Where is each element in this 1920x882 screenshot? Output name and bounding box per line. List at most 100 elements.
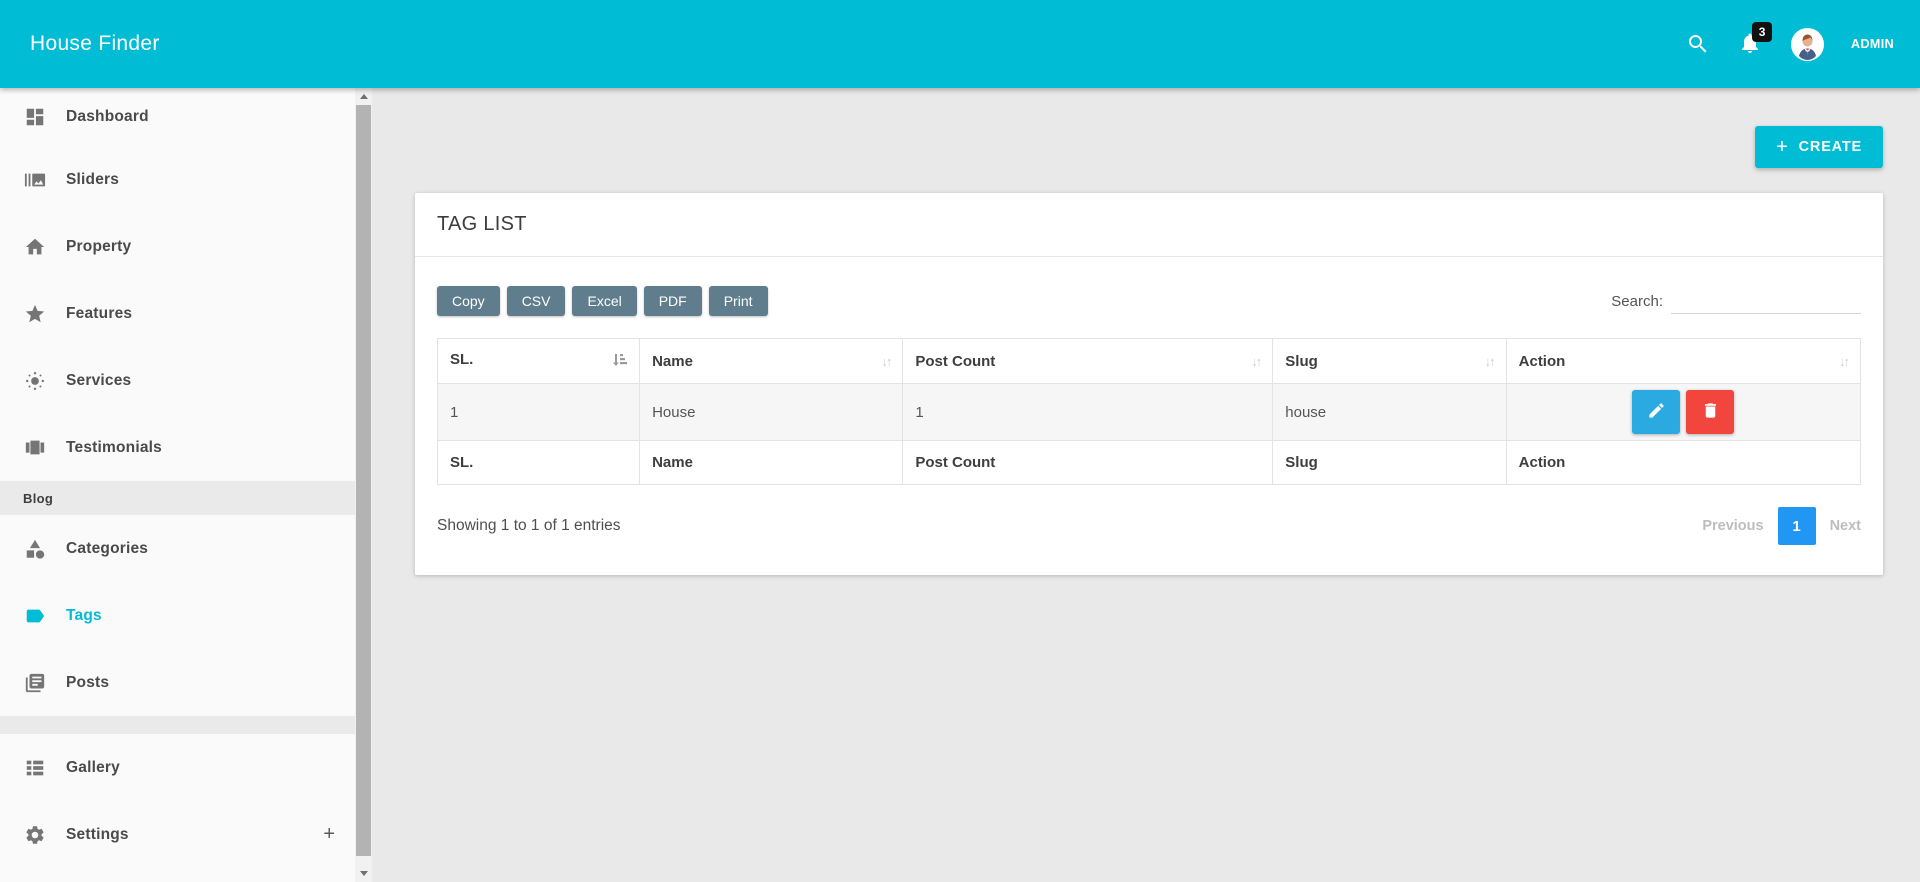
sort-both-icon: ↓↑ — [1251, 353, 1262, 369]
footer-column-name: Name — [639, 440, 904, 485]
sidebar-item-label: Dashboard — [66, 108, 149, 125]
sidebar-item-label: Gallery — [66, 758, 120, 776]
notification-count-badge: 3 — [1752, 22, 1773, 42]
scroll-up-arrow[interactable] — [355, 88, 372, 105]
column-header-post-count[interactable]: ↓↑ Post Count — [902, 338, 1274, 384]
copy-button[interactable]: Copy — [437, 286, 500, 316]
footer-column-slug: Slug — [1272, 440, 1507, 485]
sidebar-divider — [0, 716, 355, 734]
sidebar-nav: Dashboard Sliders Property Features Serv… — [0, 88, 355, 868]
sort-asc-icon — [611, 353, 628, 371]
sidebar-section-blog: Blog — [0, 481, 355, 515]
tag-list-card: TAG LIST Copy CSV Excel PDF Print Search… — [415, 193, 1883, 575]
cell-name: House — [639, 383, 904, 441]
pencil-icon — [1647, 401, 1666, 423]
footer-column-post-count: Post Count — [902, 440, 1274, 485]
table-footer-row: SL. Name Post Count Slug Action — [436, 440, 1862, 485]
sidebar-item-label: Settings — [66, 825, 129, 843]
sidebar-item-sliders[interactable]: Sliders — [0, 146, 355, 213]
notifications-bell-icon[interactable]: 3 — [1738, 22, 1773, 57]
footer-column-action: Action — [1505, 440, 1862, 485]
sidebar-item-services[interactable]: Services — [0, 347, 355, 414]
print-button[interactable]: Print — [708, 286, 768, 316]
export-buttons: Copy CSV Excel PDF Print — [437, 286, 768, 316]
entries-info: Showing 1 to 1 of 1 entries — [437, 517, 621, 534]
expand-plus-icon[interactable]: + — [323, 823, 335, 846]
sliders-icon — [23, 168, 47, 192]
gear-icon — [23, 823, 47, 847]
sidebar-item-label: Posts — [66, 673, 110, 691]
sidebar-item-settings[interactable]: Settings + — [0, 801, 355, 868]
column-header-action[interactable]: ↓↑ Action — [1505, 338, 1862, 384]
scrollbar-thumb[interactable] — [356, 105, 371, 856]
sidebar-item-posts[interactable]: Posts — [0, 649, 355, 716]
create-button-label: CREATE — [1798, 139, 1862, 155]
cell-slug: house — [1272, 383, 1507, 441]
sidebar-item-label: Sliders — [66, 170, 120, 188]
cell-sl: 1 — [436, 383, 641, 441]
column-label: Name — [652, 352, 693, 370]
create-button[interactable]: + CREATE — [1755, 126, 1883, 168]
delete-button[interactable] — [1686, 390, 1735, 434]
pagination: Previous 1 Next — [1702, 507, 1861, 545]
avatar[interactable] — [1791, 27, 1825, 61]
current-page-button[interactable]: 1 — [1777, 507, 1816, 545]
main-content: + CREATE TAG LIST Copy CSV Excel PDF Pri… — [372, 88, 1920, 882]
sort-both-icon: ↓↑ — [1484, 353, 1496, 369]
table-header-row: SL. ↓↑ Name ↓↑ Post Count ↓↑ Slug ↓↑ Act… — [436, 338, 1862, 384]
plus-icon: + — [1776, 136, 1789, 158]
column-label: SL. — [450, 351, 474, 368]
card-footer: Showing 1 to 1 of 1 entries Previous 1 N… — [415, 485, 1883, 575]
sidebar: Dashboard Sliders Property Features Serv… — [0, 88, 372, 882]
topbar-actions: 3 ADMIN — [1685, 22, 1894, 61]
sort-both-icon: ↓↑ — [1839, 353, 1850, 369]
create-row: + CREATE — [372, 88, 1920, 168]
sidebar-item-label: Property — [66, 237, 132, 255]
star-icon — [23, 302, 47, 326]
sidebar-item-categories[interactable]: Categories — [0, 515, 355, 582]
tag-table: SL. ↓↑ Name ↓↑ Post Count ↓↑ Slug ↓↑ Act… — [436, 338, 1862, 485]
pdf-button[interactable]: PDF — [643, 286, 702, 316]
brightness-icon — [23, 369, 47, 393]
previous-page-button[interactable]: Previous — [1702, 518, 1763, 534]
sidebar-item-testimonials[interactable]: Testimonials — [0, 414, 355, 481]
cell-action — [1505, 383, 1862, 441]
sidebar-item-dashboard[interactable]: Dashboard — [0, 88, 355, 146]
carousel-icon — [23, 436, 47, 460]
column-header-slug[interactable]: ↓↑ Slug — [1272, 338, 1507, 384]
column-label: Action — [1518, 352, 1566, 370]
footer-column-sl: SL. — [436, 440, 641, 485]
scroll-down-arrow[interactable] — [355, 865, 372, 882]
excel-button[interactable]: Excel — [572, 286, 637, 316]
search-box: Search: — [1611, 288, 1861, 316]
tag-icon — [23, 604, 47, 628]
posts-icon — [23, 671, 47, 695]
dashboard-icon — [23, 105, 47, 129]
topbar: House Finder 3 ADMIN — [0, 0, 1920, 88]
sidebar-item-property[interactable]: Property — [0, 213, 355, 280]
search-icon[interactable] — [1685, 31, 1711, 57]
sidebar-scrollbar — [355, 88, 372, 882]
edit-button[interactable] — [1632, 390, 1681, 434]
column-header-sl[interactable]: SL. — [436, 338, 641, 384]
table-toolbar: Copy CSV Excel PDF Print Search: — [415, 257, 1883, 338]
sidebar-item-features[interactable]: Features — [0, 280, 355, 347]
trash-icon — [1701, 401, 1720, 423]
column-label: Post Count — [915, 352, 996, 370]
admin-menu[interactable]: ADMIN — [1851, 37, 1894, 51]
next-page-button[interactable]: Next — [1830, 518, 1861, 534]
search-label: Search: — [1611, 293, 1663, 310]
search-input[interactable] — [1671, 288, 1861, 314]
sidebar-item-label: Testimonials — [66, 438, 162, 456]
app-title: House Finder — [30, 32, 160, 55]
sidebar-item-label: Categories — [66, 539, 149, 557]
section-label: Blog — [23, 490, 54, 506]
card-header: TAG LIST — [415, 193, 1883, 257]
column-header-name[interactable]: ↓↑ Name — [639, 338, 904, 384]
sidebar-item-label: Features — [66, 304, 133, 322]
sidebar-item-tags[interactable]: Tags — [0, 582, 355, 649]
sidebar-item-gallery[interactable]: Gallery — [0, 734, 355, 801]
csv-button[interactable]: CSV — [506, 286, 566, 316]
table-row: 1 House 1 house — [436, 383, 1862, 441]
column-label: Slug — [1285, 352, 1318, 370]
